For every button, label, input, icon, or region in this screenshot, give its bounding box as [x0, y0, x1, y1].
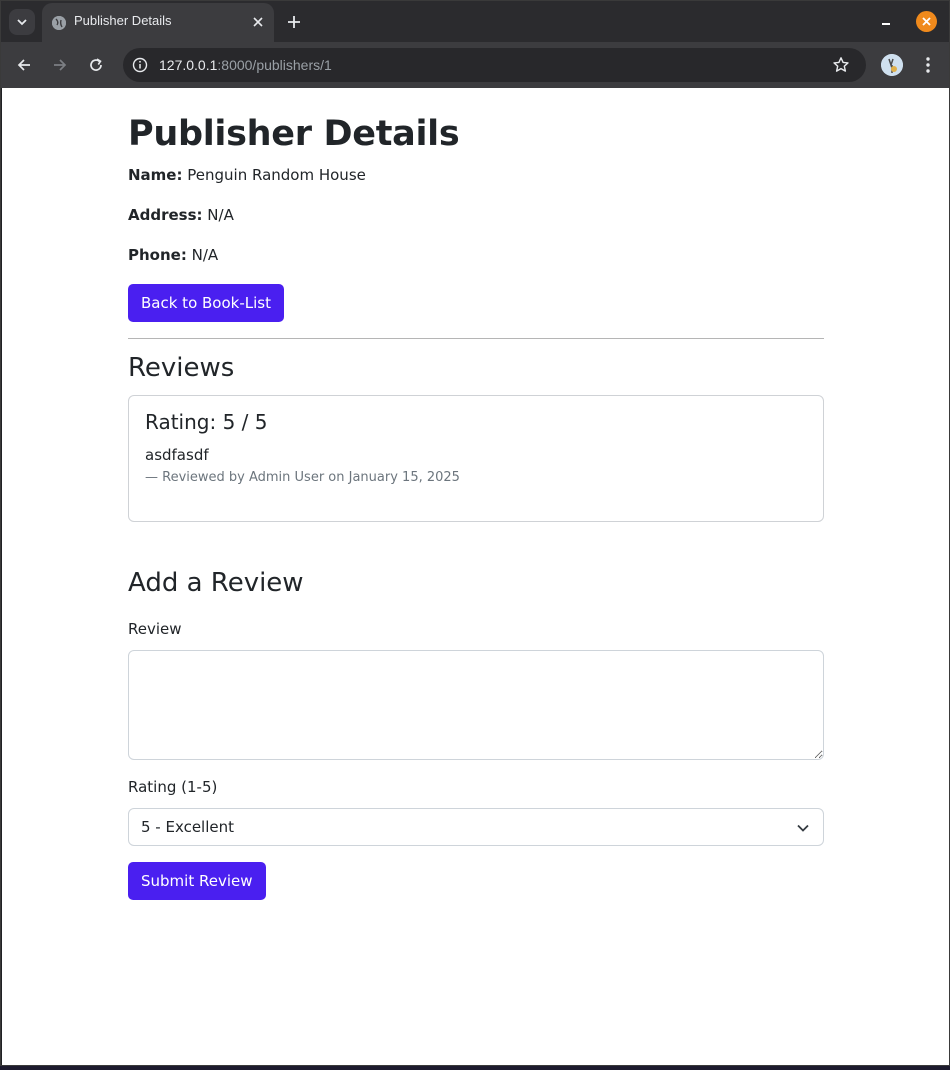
chevron-down-icon	[17, 19, 27, 26]
url-host: 127.0.0.1	[159, 57, 218, 73]
bookmark-star-icon[interactable]	[832, 56, 850, 74]
url-path: :8000/publishers/1	[217, 57, 332, 73]
tab-strip: Publisher Details	[1, 1, 949, 42]
tab-search-button[interactable]	[9, 9, 35, 35]
window-minimize-button[interactable]	[875, 11, 897, 33]
review-meta: — Reviewed by Admin User on January 15, …	[145, 470, 460, 485]
address-label: Address:	[128, 206, 203, 224]
review-textarea[interactable]	[128, 650, 824, 760]
window-close-button[interactable]	[916, 11, 937, 32]
name-value: Penguin Random House	[187, 166, 366, 184]
more-vertical-icon	[926, 57, 930, 73]
minimize-icon	[882, 23, 890, 25]
rating-selected-value: 5 - Excellent	[141, 818, 235, 836]
review-card: Rating: 5 / 5 asdfasdf — Reviewed by Adm…	[128, 395, 824, 522]
tab-title: Publisher Details	[74, 13, 172, 28]
review-rating: Rating: 5 / 5	[145, 410, 268, 434]
close-icon	[253, 17, 263, 27]
profile-avatar[interactable]	[881, 54, 903, 76]
chevron-down-icon	[797, 824, 809, 832]
close-icon	[922, 17, 931, 26]
reviews-heading: Reviews	[128, 353, 235, 383]
tab-close-button[interactable]	[248, 12, 268, 32]
avatar-icon	[881, 54, 903, 76]
publisher-address: Address: N/A	[128, 206, 234, 224]
tab-publisher-details[interactable]: Publisher Details	[42, 3, 274, 42]
plus-icon	[288, 16, 300, 28]
info-icon[interactable]	[132, 57, 148, 73]
phone-value: N/A	[191, 246, 219, 264]
arrow-left-icon	[17, 59, 30, 71]
arrow-right-icon	[54, 59, 67, 71]
back-to-book-list-button[interactable]: Back to Book-List	[128, 284, 284, 322]
browser-window: Publisher Details 127.0.0.1:8000/publish…	[0, 0, 950, 1066]
reload-button[interactable]	[84, 53, 108, 77]
reload-icon	[90, 58, 102, 71]
page-title: Publisher Details	[128, 114, 460, 154]
publisher-phone: Phone: N/A	[128, 246, 218, 264]
page-viewport: Publisher Details Name: Penguin Random H…	[2, 88, 949, 1065]
rating-select[interactable]: 5 - Excellent	[128, 808, 824, 846]
address-bar[interactable]: 127.0.0.1:8000/publishers/1	[123, 48, 866, 82]
forward-button[interactable]	[48, 53, 72, 77]
review-label: Review	[128, 620, 182, 638]
review-text: asdfasdf	[145, 446, 209, 464]
phone-label: Phone:	[128, 246, 187, 264]
browser-menu-button[interactable]	[917, 53, 939, 77]
globe-icon	[52, 16, 66, 30]
name-label: Name:	[128, 166, 183, 184]
browser-toolbar: 127.0.0.1:8000/publishers/1	[1, 42, 949, 88]
back-button[interactable]	[12, 53, 36, 77]
submit-review-button[interactable]: Submit Review	[128, 862, 266, 900]
publisher-name: Name: Penguin Random House	[128, 166, 366, 184]
section-divider	[128, 338, 824, 339]
url-text: 127.0.0.1:8000/publishers/1	[159, 57, 332, 73]
address-value: N/A	[207, 206, 234, 224]
add-review-heading: Add a Review	[128, 568, 304, 598]
rating-label: Rating (1-5)	[128, 778, 218, 796]
new-tab-button[interactable]	[282, 10, 306, 34]
